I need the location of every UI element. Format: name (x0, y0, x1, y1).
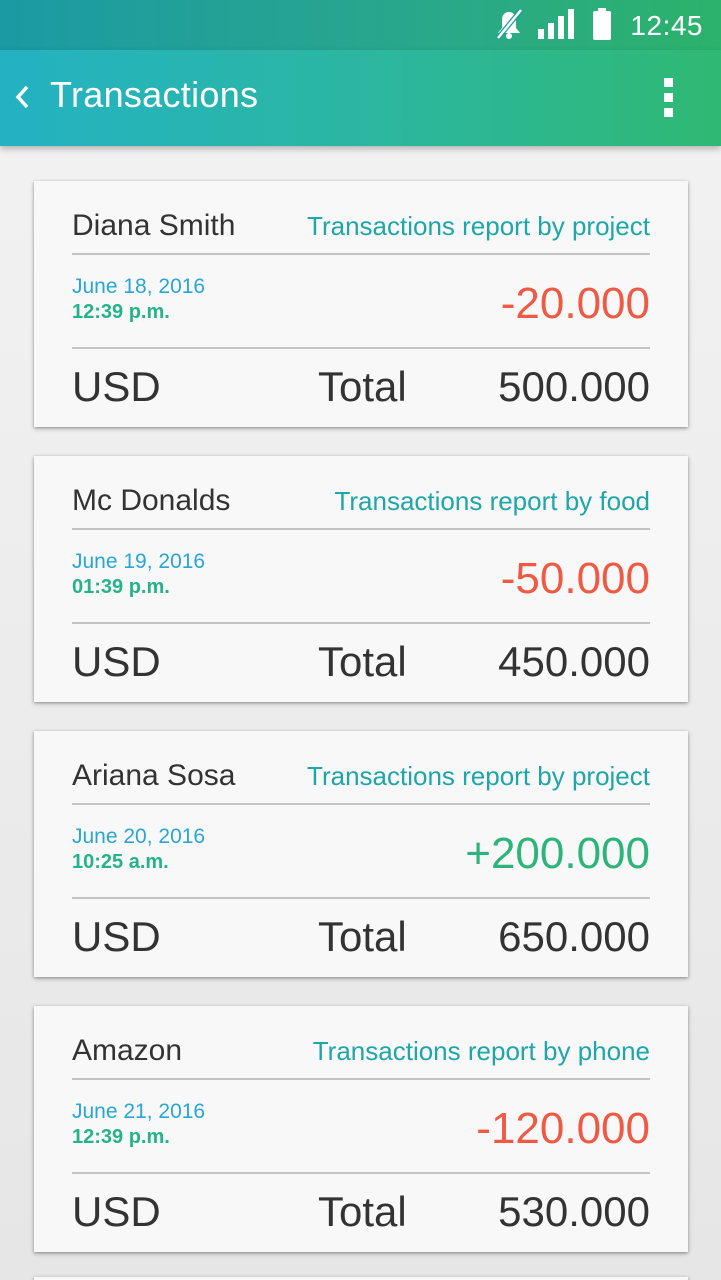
total-label: Total (318, 913, 407, 960)
transaction-card[interactable]: Mc Donalds Transactions report by food J… (34, 456, 688, 702)
currency-label: USD (72, 1188, 161, 1235)
transaction-amount: -20.000 (500, 279, 650, 328)
divider (72, 803, 650, 805)
currency-label: USD (72, 363, 161, 410)
divider (72, 1078, 650, 1080)
transaction-time: 12:39 p.m. (72, 301, 170, 323)
report-link[interactable]: Transactions report by project (307, 761, 650, 792)
transaction-date: June 19, 2016 (72, 550, 206, 573)
total-value: 530.000 (498, 1188, 650, 1235)
transaction-date: June 20, 2016 (72, 825, 206, 848)
payee-name: Amazon (72, 1034, 183, 1067)
status-bar: 12:45 (0, 0, 721, 50)
battery-icon (592, 7, 612, 45)
report-link[interactable]: Transactions report by food (334, 486, 650, 517)
total-label: Total (318, 1188, 407, 1235)
transaction-amount: +200.000 (465, 829, 650, 878)
divider (72, 1172, 650, 1174)
transaction-date: June 21, 2016 (72, 1100, 206, 1123)
transaction-amount: -120.000 (476, 1104, 650, 1153)
transaction-time: 01:39 p.m. (72, 576, 170, 598)
payee-name: Ariana Sosa (72, 759, 236, 792)
total-label: Total (318, 363, 407, 410)
transaction-card[interactable]: Diana Smith Transactions report by proje… (34, 181, 688, 427)
total-value: 450.000 (498, 638, 650, 685)
status-icons: 12:45 (494, 6, 703, 46)
total-label: Total (318, 638, 407, 685)
transaction-time: 12:39 p.m. (72, 1126, 170, 1148)
divider (72, 528, 650, 530)
currency-label: USD (72, 638, 161, 685)
currency-label: USD (72, 913, 161, 960)
page-title: Transactions (50, 74, 259, 115)
clock: 12:45 (630, 10, 703, 41)
total-value: 500.000 (498, 363, 650, 410)
signal-icon (538, 8, 578, 44)
chevron-left-icon[interactable] (4, 72, 40, 122)
report-link[interactable]: Transactions report by phone (313, 1036, 650, 1067)
divider (72, 897, 650, 899)
transaction-card[interactable]: Ariana Sosa Transactions report by proje… (34, 731, 688, 977)
divider (72, 253, 650, 255)
more-vert-icon[interactable] (653, 72, 683, 122)
divider (72, 622, 650, 624)
transaction-card[interactable]: Amazon Transactions report by phone June… (34, 1006, 688, 1252)
divider (72, 347, 650, 349)
mute-icon (494, 7, 524, 45)
payee-name: Mc Donalds (72, 484, 231, 517)
payee-name: Diana Smith (72, 209, 236, 242)
total-value: 650.000 (498, 913, 650, 960)
transaction-date: June 18, 2016 (72, 275, 206, 298)
transaction-time: 10:25 a.m. (72, 851, 169, 873)
app-bar: Transactions (0, 50, 721, 146)
report-link[interactable]: Transactions report by project (307, 211, 650, 242)
transaction-amount: -50.000 (500, 554, 650, 603)
